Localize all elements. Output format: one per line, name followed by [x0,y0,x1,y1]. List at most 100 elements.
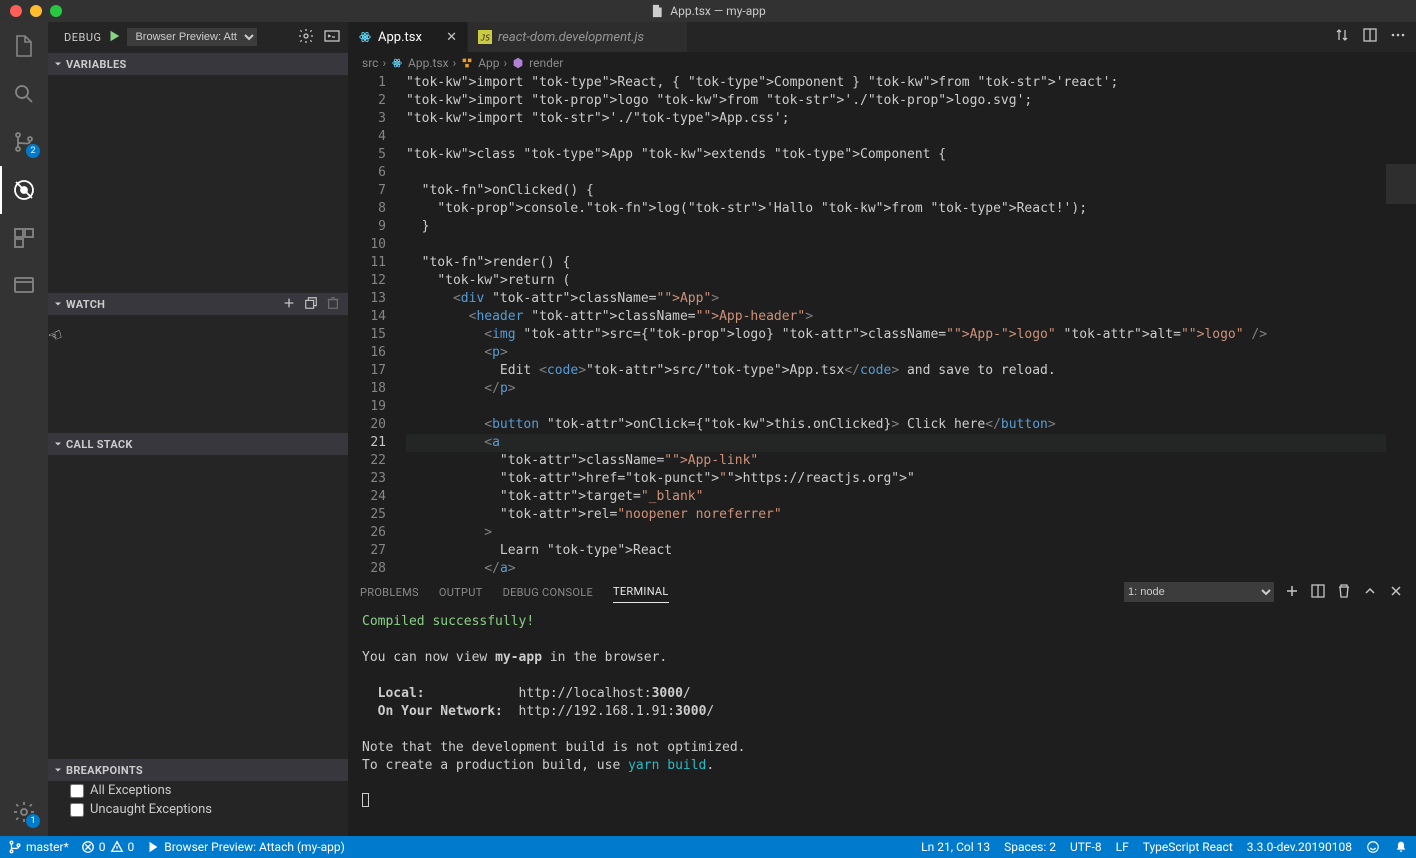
editor-group: App.tsx ✕ JS react-dom.development.js sr… [348,22,1416,836]
remove-all-icon[interactable] [326,296,340,313]
chevron-down-icon [52,58,64,70]
kill-terminal-icon[interactable] [1336,583,1352,602]
crumb-file[interactable]: App.tsx [390,56,449,70]
split-terminal-icon[interactable] [1310,583,1326,602]
line-gutter: 1234567891011121314151617181920212223242… [348,74,398,576]
tab-react-dom[interactable]: JS react-dom.development.js [468,22,688,52]
minimap-slider[interactable] [1386,164,1416,204]
breadcrumbs[interactable]: src › App.tsx › App › render [348,52,1416,74]
crumb-src[interactable]: src [362,56,378,70]
gear-icon[interactable] [298,28,314,47]
explorer-icon[interactable] [0,22,48,70]
maximize-panel-icon[interactable] [1362,583,1378,602]
error-icon [81,840,95,854]
feedback-icon[interactable] [1366,840,1380,854]
maximize-window-button[interactable] [50,5,62,17]
callstack-label: CALL STACK [66,438,133,451]
encoding-status[interactable]: UTF-8 [1070,840,1102,854]
settings-badge: 1 [26,814,40,828]
cursor-position-status[interactable]: Ln 21, Col 13 [921,840,990,854]
method-symbol-icon [511,56,525,70]
watch-section-header[interactable]: WATCH [48,293,348,315]
errors-warnings-status[interactable]: 0 0 [81,840,135,854]
close-panel-icon[interactable] [1388,583,1404,602]
breakpoints-label: BREAKPOINTS [66,764,143,777]
notifications-icon[interactable] [1394,840,1408,854]
extensions-icon[interactable] [0,214,48,262]
indentation-status[interactable]: Spaces: 2 [1004,840,1056,854]
window-title: App.tsx — my-app [650,4,765,18]
react-file-icon [390,56,404,70]
callstack-body [48,455,348,758]
panel-tab-problems[interactable]: PROBLEMS [360,582,419,603]
settings-gear-icon[interactable]: 1 [0,788,48,836]
all-exceptions-label: All Exceptions [90,783,171,798]
more-actions-icon[interactable] [1390,27,1406,47]
panel-tab-debug-console[interactable]: DEBUG CONSOLE [503,582,593,603]
close-tab-icon[interactable]: ✕ [446,30,457,45]
panel-tab-terminal[interactable]: TERMINAL [613,581,669,603]
callstack-section-header[interactable]: CALL STACK [48,433,348,455]
terminal-output[interactable]: Compiled successfully! You can now view … [348,607,1416,836]
titlebar: App.tsx — my-app [0,0,1416,22]
code-area[interactable]: "tok-kw">import "tok-type">React, { "tok… [398,74,1386,576]
breakpoint-uncaught-exceptions[interactable]: Uncaught Exceptions [48,800,348,819]
terminal-cursor [362,793,369,807]
code-editor[interactable]: 1234567891011121314151617181920212223242… [348,74,1416,576]
debug-launch-status[interactable]: Browser Preview: Attach (my-app) [146,840,344,854]
typescript-version-status[interactable]: 3.3.0-dev.20190108 [1247,840,1352,854]
chevron-down-icon [52,764,64,776]
scm-badge: 2 [26,144,40,158]
panel-tab-output[interactable]: OUTPUT [439,582,483,603]
debug-header: DEBUG Browser Preview: Attach [48,22,348,52]
chevron-down-icon [52,438,64,450]
svg-text:JS: JS [480,34,491,43]
editor-tabs: App.tsx ✕ JS react-dom.development.js [348,22,1416,52]
variables-body [48,75,348,292]
uncaught-exceptions-label: Uncaught Exceptions [90,802,212,817]
language-mode-status[interactable]: TypeScript React [1143,840,1233,854]
crumb-method[interactable]: render [511,56,563,70]
breakpoint-all-exceptions[interactable]: All Exceptions [48,781,348,800]
watch-body [48,315,348,432]
tab-label: react-dom.development.js [498,30,644,45]
source-control-icon[interactable]: 2 [0,118,48,166]
panel-tabs: PROBLEMS OUTPUT DEBUG CONSOLE TERMINAL 1… [348,577,1416,607]
collapse-all-icon[interactable] [304,296,318,313]
close-window-button[interactable] [10,5,22,17]
terminal-selector[interactable]: 1: node [1124,582,1274,602]
all-exceptions-checkbox[interactable] [70,784,84,798]
debug-console-icon[interactable] [324,28,340,47]
tab-app-tsx[interactable]: App.tsx ✕ [348,22,468,52]
js-file-icon: JS [478,30,492,44]
search-icon[interactable] [0,70,48,118]
minimize-window-button[interactable] [30,5,42,17]
chevron-down-icon [52,298,64,310]
window-controls [0,5,62,17]
breakpoints-section-header[interactable]: BREAKPOINTS [48,759,348,781]
breakpoints-body: All Exceptions Uncaught Exceptions [48,781,348,836]
uncaught-exceptions-checkbox[interactable] [70,803,84,817]
variables-section-header[interactable]: VARIABLES [48,53,348,75]
compare-changes-icon[interactable] [1334,27,1350,47]
tab-label: App.tsx [378,30,422,45]
play-icon [146,840,160,854]
react-file-icon [358,30,372,44]
debug-config-select[interactable]: Browser Preview: Attach [127,28,257,46]
debug-icon[interactable] [0,166,48,214]
git-branch-status[interactable]: master* [8,840,69,854]
minimap[interactable] [1386,74,1416,576]
eol-status[interactable]: LF [1116,840,1129,854]
browser-preview-icon[interactable] [0,262,48,310]
add-watch-icon[interactable] [282,296,296,313]
editor-actions [1324,22,1416,52]
variables-label: VARIABLES [66,58,127,71]
start-debug-button[interactable] [107,29,121,46]
bottom-panel: PROBLEMS OUTPUT DEBUG CONSOLE TERMINAL 1… [348,576,1416,836]
status-bar: master* 0 0 Browser Preview: Attach (my-… [0,836,1416,858]
split-editor-icon[interactable] [1362,27,1378,47]
warning-icon [110,840,124,854]
class-symbol-icon [460,56,474,70]
crumb-class[interactable]: App [460,56,499,70]
new-terminal-icon[interactable] [1284,583,1300,602]
